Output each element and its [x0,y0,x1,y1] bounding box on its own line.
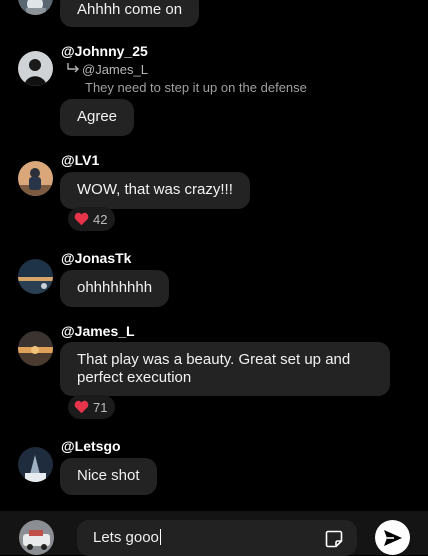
reply-arrow-icon [66,62,80,77]
avatar[interactable] [18,0,53,15]
username[interactable]: @Johnny_25 [61,43,148,59]
avatar[interactable] [19,520,54,555]
reaction-count: 71 [93,399,108,415]
reaction-badge[interactable]: 42 [68,207,116,231]
text-caret [159,529,161,545]
reaction-count: 42 [93,211,108,227]
sticker-icon[interactable] [325,530,343,548]
message-input-value[interactable]: Lets gooo [93,529,161,546]
message-bubble: Agree [60,99,135,136]
avatar[interactable] [18,259,53,294]
username[interactable]: @Letsgo [61,438,121,454]
message-bubble: Ahhhh come on [60,0,200,27]
avatar[interactable] [18,51,53,86]
message-input[interactable]: Lets gooo [77,520,357,556]
message-bubble: That play was a beauty. Great set up and… [60,342,390,396]
heart-icon [74,400,89,414]
send-icon [383,529,402,546]
avatar[interactable] [18,447,53,482]
reply-preview-text: They need to step it up on the defense [85,80,307,95]
reply-username: @James_L [82,62,148,77]
avatar[interactable] [18,331,53,366]
message-bubble: WOW, that was crazy!!! [60,172,250,209]
username[interactable]: @James_L [61,323,135,339]
message-composer: Lets gooo [0,511,428,556]
reply-reference[interactable]: @James_L [66,62,148,77]
heart-icon [74,212,89,226]
username[interactable]: @JonasTk [61,250,131,266]
message-bubble: Nice shot [60,458,157,495]
message-bubble: ohhhhhhhh [60,270,170,307]
username[interactable]: @LV1 [61,152,99,168]
send-button[interactable] [375,520,410,555]
avatar[interactable] [18,161,53,196]
reaction-badge[interactable]: 71 [68,395,116,419]
